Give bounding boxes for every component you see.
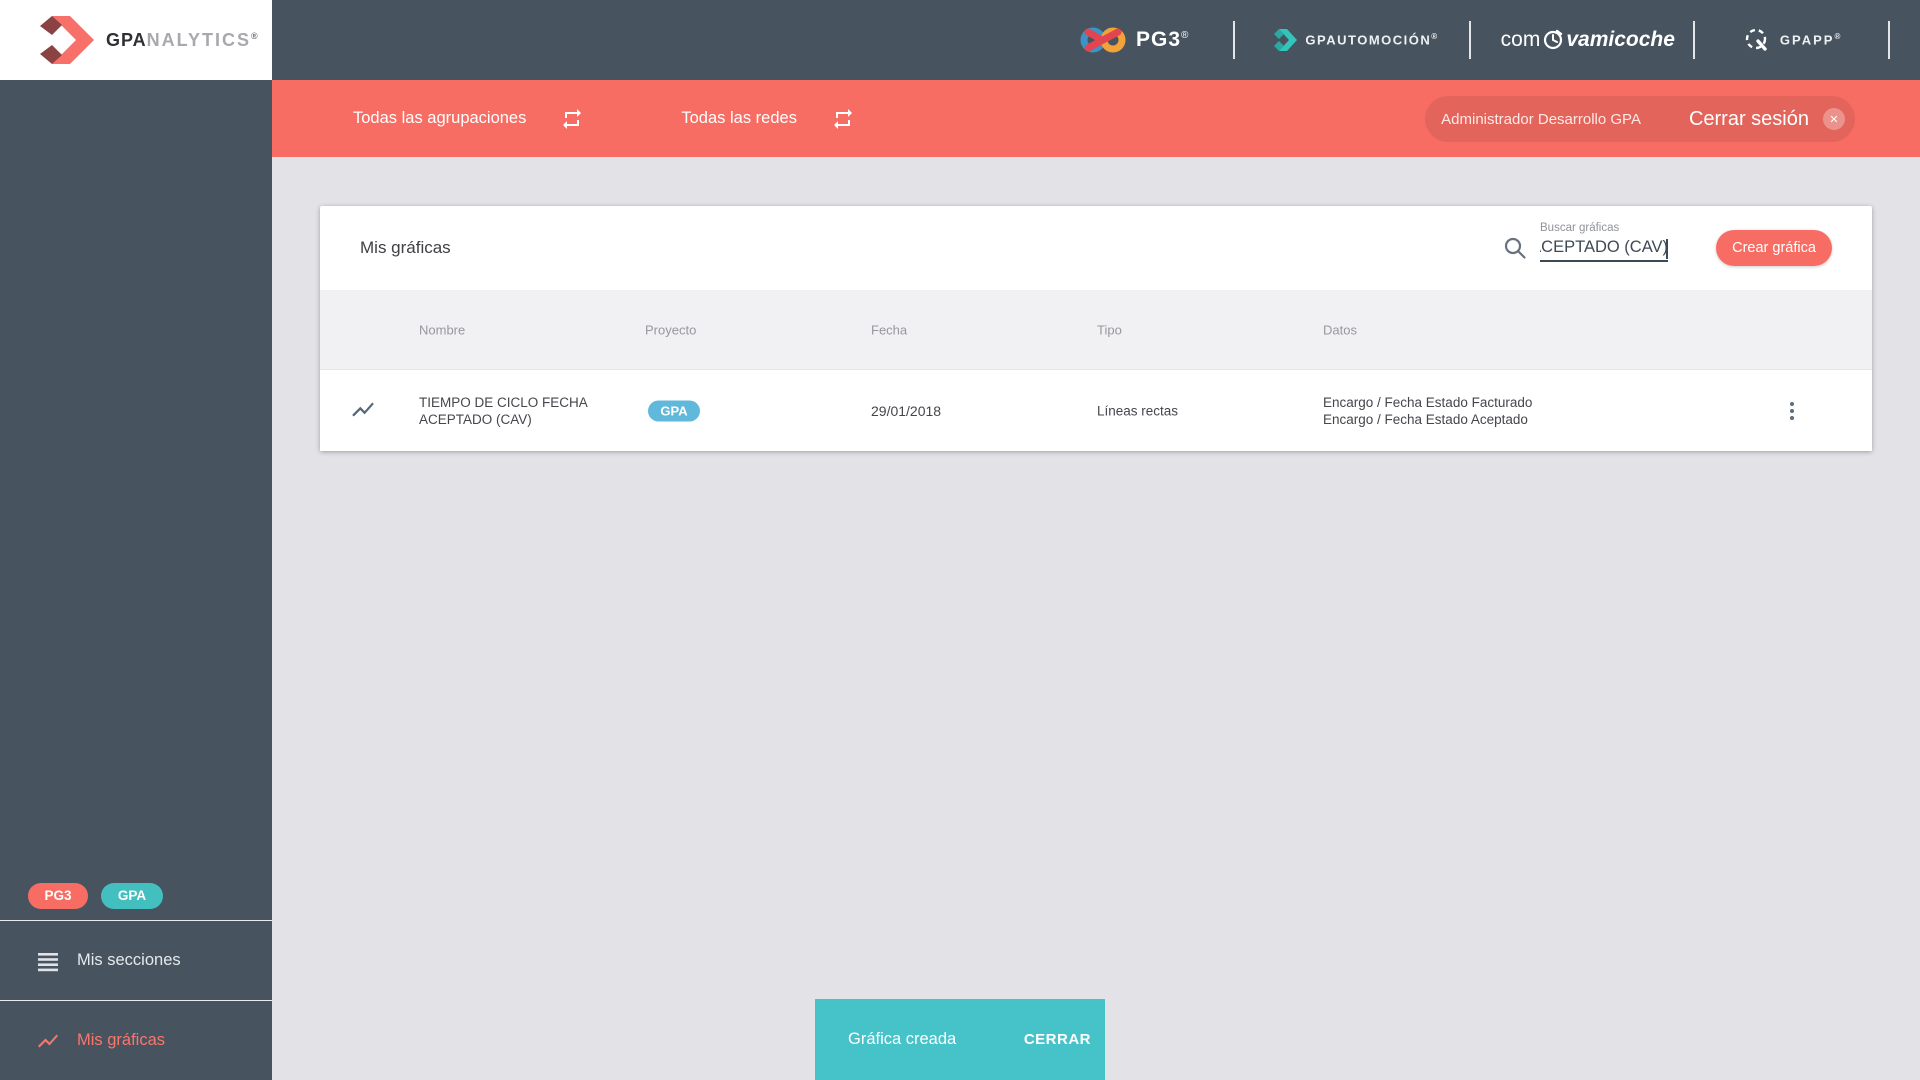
page-title: Mis gráficas [360, 238, 451, 257]
charts-card: Mis gráficas Buscar gráficas ACEPTADO (C… [320, 206, 1872, 451]
search-input[interactable]: ACEPTADO (CAV) [1540, 238, 1668, 262]
chart-type-icon [350, 396, 376, 425]
session-pill: Administrador Desarrollo GPA Cerrar sesi… [1425, 96, 1855, 142]
project-badge: GPA [648, 400, 700, 421]
row-type: Líneas rectas [1097, 403, 1179, 418]
table-header: Nombre Proyecto Fecha Tipo Datos [320, 290, 1872, 369]
header-divider [1692, 21, 1695, 59]
logo-reg: ® [251, 30, 259, 41]
filter-bar: Todas las agrupaciones Todas las redes A… [272, 80, 1920, 157]
header-divider [1468, 21, 1471, 59]
search-input-value: ACEPTADO (CAV) [1540, 238, 1668, 256]
logo-light: NALYTICS [146, 29, 252, 50]
text-caret [1666, 239, 1668, 259]
menu-lines-icon [38, 952, 58, 971]
groupings-filter[interactable]: Todas las agrupaciones [353, 109, 526, 128]
header-logo-strip: PG3® GPAUTOMOCIÓN® com vamicoche GPAPP® [1080, 0, 1920, 80]
sidebar-item-label: Mis gráficas [77, 1031, 166, 1049]
logout-close-icon[interactable]: ✕ [1823, 108, 1845, 130]
search-group: Buscar gráficas ACEPTADO (CAV) Crear grá… [1502, 222, 1832, 268]
card-header: Mis gráficas Buscar gráficas ACEPTADO (C… [320, 206, 1872, 290]
pg3-logo[interactable]: PG3® [1080, 24, 1189, 56]
column-header-nombre: Nombre [419, 322, 466, 337]
sidebar-badges: PG3 GPA [0, 871, 272, 920]
snackbar: Gráfica creada CERRAR [815, 999, 1105, 1080]
swap-networks-icon[interactable] [831, 107, 855, 131]
snackbar-message: Gráfica creada [848, 1030, 957, 1048]
sidebar-item-label: Mis secciones [77, 951, 181, 969]
pg3-badge[interactable]: PG3 [28, 882, 88, 909]
gpautomocion-label: GPAUTOMOCIÓN® [1305, 32, 1439, 48]
pg3-label: PG3® [1136, 28, 1190, 51]
gpapp-label: GPAPP® [1779, 32, 1843, 48]
column-header-tipo: Tipo [1097, 322, 1122, 337]
comprova-pre: com [1500, 28, 1541, 51]
comprova-post: vamicoche [1566, 28, 1675, 51]
gpanalytics-wordmark: GPANALYTICS® [106, 30, 259, 51]
gpanalytics-arrow-icon [40, 16, 94, 64]
current-user-label: Administrador Desarrollo GPA [1441, 110, 1641, 128]
row-menu-kebab-icon[interactable] [1786, 398, 1798, 424]
app-header: PG3® GPAUTOMOCIÓN® com vamicoche GPAPP® [272, 0, 1920, 80]
gpapp-magnifier-icon [1745, 28, 1767, 51]
gpanalytics-logo: GPANALYTICS® [0, 0, 272, 80]
clock-icon [1544, 29, 1563, 50]
column-header-datos: Datos [1323, 322, 1357, 337]
column-header-proyecto: Proyecto [645, 322, 697, 337]
gpautomocion-arrow-icon [1274, 29, 1298, 51]
gpautomocion-logo[interactable]: GPAUTOMOCIÓN® [1273, 28, 1438, 52]
swap-groupings-icon[interactable] [560, 107, 584, 131]
create-chart-button[interactable]: Crear gráfica [1716, 230, 1832, 266]
gpapp-logo[interactable]: GPAPP® [1743, 26, 1842, 54]
pg3-infinity-icon [1080, 27, 1126, 53]
sidebar-bottom: PG3 GPA Mis secciones Mis gráficas [0, 871, 272, 1080]
logo-bold: GPA [106, 29, 147, 50]
header-divider [1233, 21, 1236, 59]
header-divider [1888, 21, 1891, 59]
networks-filter[interactable]: Todas las redes [681, 109, 797, 128]
search-field: Buscar gráficas ACEPTADO (CAV) [1540, 222, 1668, 262]
row-data: Encargo / Fecha Estado Facturado Encargo… [1323, 394, 1533, 427]
search-icon[interactable] [1502, 235, 1528, 261]
gpa-badge[interactable]: GPA [101, 882, 163, 909]
logout-button[interactable]: Cerrar sesión [1689, 108, 1809, 131]
sidebar-item-mis-graficas[interactable]: Mis gráficas [0, 1000, 272, 1080]
search-field-label: Buscar gráficas [1540, 222, 1620, 234]
snackbar-close-button[interactable]: CERRAR [1024, 1031, 1091, 1048]
comprovamicoche-logo[interactable]: com vamicoche [1501, 28, 1675, 52]
row-project: GPA [648, 400, 700, 421]
column-header-fecha: Fecha [871, 322, 908, 337]
line-chart-icon [38, 1034, 58, 1047]
row-date: 29/01/2018 [871, 402, 942, 419]
sidebar-item-mis-secciones[interactable]: Mis secciones [0, 920, 272, 1000]
row-name: TIEMPO DE CICLO FECHA ACEPTADO (CAV) [419, 394, 588, 427]
table-row[interactable]: TIEMPO DE CICLO FECHA ACEPTADO (CAV) GPA… [320, 369, 1872, 451]
sidebar: PG3 GPA Mis secciones Mis gráficas [0, 80, 272, 1080]
